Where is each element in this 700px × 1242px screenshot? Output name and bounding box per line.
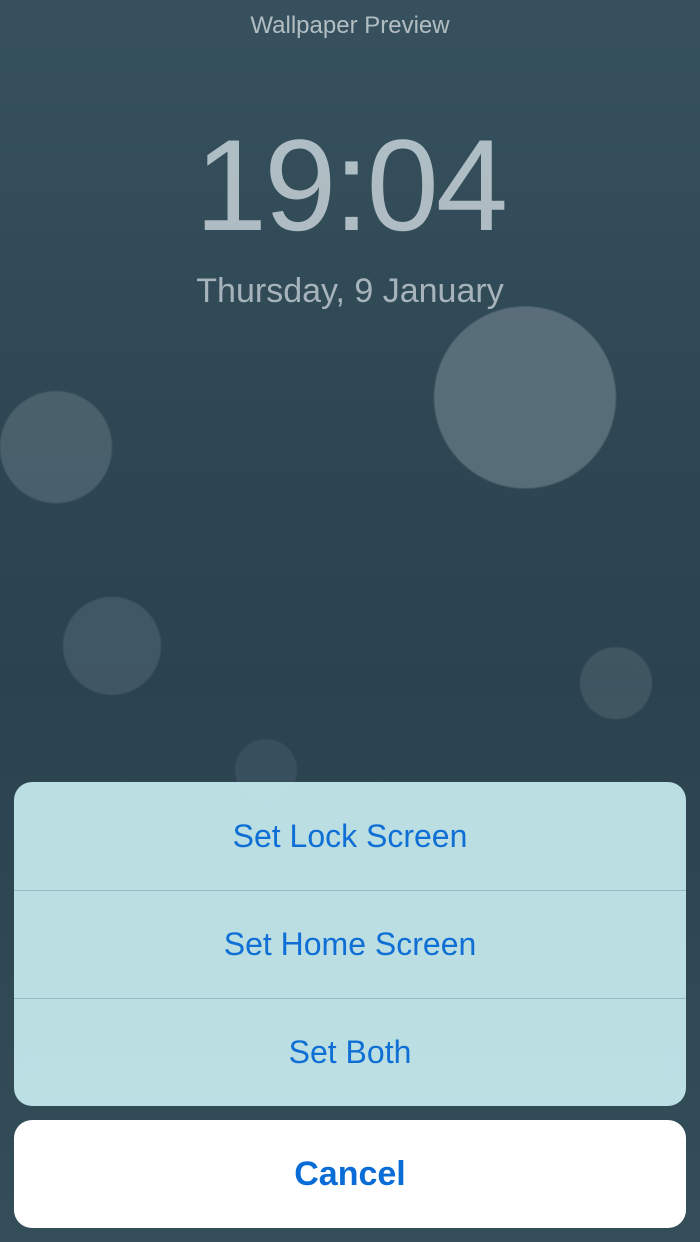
action-sheet-options: Set Lock Screen Set Home Screen Set Both — [14, 782, 686, 1106]
page-title: Wallpaper Preview — [0, 12, 700, 40]
cancel-group: Cancel — [14, 1120, 686, 1228]
set-home-screen-button[interactable]: Set Home Screen — [14, 890, 686, 998]
set-both-button[interactable]: Set Both — [14, 998, 686, 1106]
action-sheet: Set Lock Screen Set Home Screen Set Both… — [14, 782, 686, 1228]
lockscreen-date: Thursday, 9 January — [0, 272, 700, 311]
lockscreen-time: 19:04 — [0, 120, 700, 250]
cancel-button[interactable]: Cancel — [14, 1120, 686, 1228]
set-lock-screen-button[interactable]: Set Lock Screen — [14, 782, 686, 890]
